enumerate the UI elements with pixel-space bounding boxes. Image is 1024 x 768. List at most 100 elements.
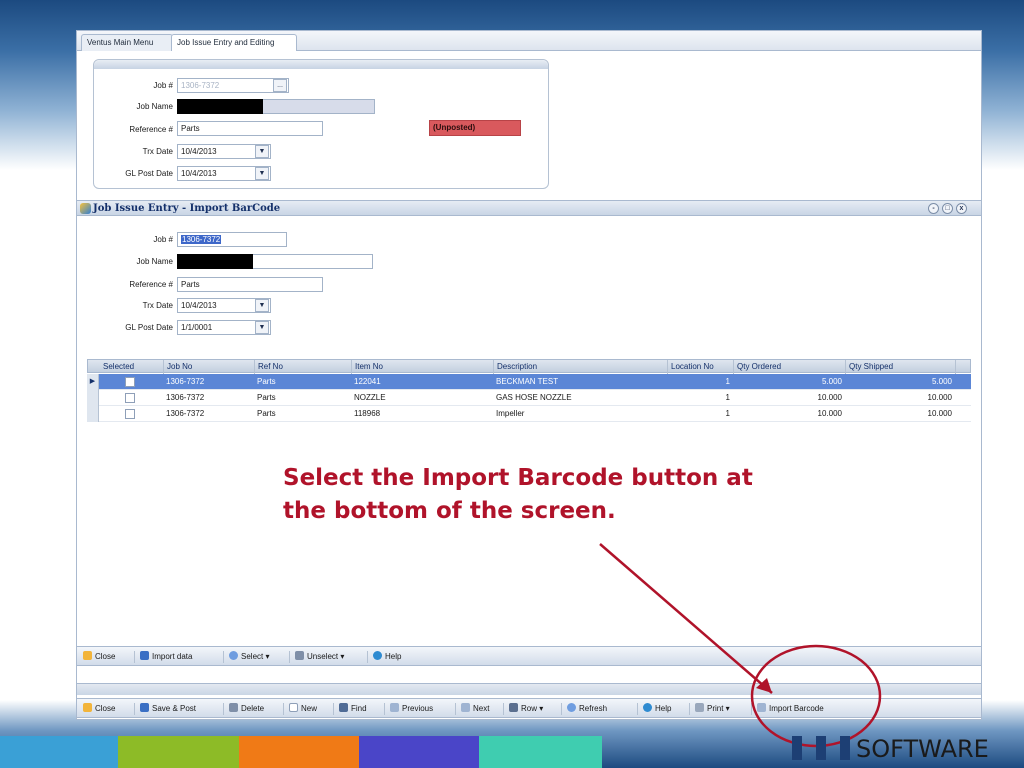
scissors-icon (295, 651, 304, 660)
cell-description: Impeller (496, 409, 525, 418)
cell-item-no: NOZZLE (354, 393, 386, 402)
scissors-icon (229, 703, 238, 712)
tab-strip: Ventus Main Menu Job Issue Entry and Edi… (77, 31, 981, 51)
cell-description: GAS HOSE NOZZLE (496, 393, 572, 402)
gl-post-date-dropdown-icon[interactable]: ▼ (255, 167, 269, 180)
redacted-job-name (177, 99, 263, 114)
column-header-qty-shipped[interactable]: Qty Shipped (846, 360, 956, 374)
select-menu-button[interactable]: Select ▾ (229, 650, 269, 664)
trx-date-label: Trx Date (142, 147, 173, 156)
toolbar-divider (503, 703, 504, 715)
import-job-label: Job # (153, 235, 173, 244)
reference-field[interactable]: Parts (177, 121, 323, 136)
table-row[interactable]: 1306-7372 Parts NOZZLE GAS HOSE NOZZLE 1… (87, 390, 971, 406)
import-help-button[interactable]: Help (373, 650, 401, 664)
print-menu-button[interactable]: Print ▾ (695, 702, 730, 716)
import-window-titlebar[interactable]: Job Issue Entry - Import BarCode - □ x (77, 200, 981, 216)
toolbar-divider (455, 703, 456, 715)
unselect-menu-button[interactable]: Unselect ▾ (295, 650, 344, 664)
delete-button[interactable]: Delete (229, 702, 264, 716)
instruction-line-2: the bottom of the screen. (283, 498, 616, 524)
import-window-toolbar: Close Import data Select ▾ Unselect ▾ He… (77, 646, 981, 666)
import-trx-date-dropdown-icon[interactable]: ▼ (255, 299, 269, 312)
logo-bar (816, 736, 826, 760)
job-lookup-button[interactable]: ... (273, 79, 287, 92)
table-row[interactable]: 1306-7372 Parts 118968 Impeller 1 10.000… (87, 406, 971, 422)
app-window: Ventus Main Menu Job Issue Entry and Edi… (76, 30, 982, 720)
cell-location-no: 1 (725, 409, 730, 418)
tab-job-issue-entry[interactable]: Job Issue Entry and Editing (171, 34, 297, 51)
close-window-button[interactable]: x (956, 203, 967, 214)
row-selector (87, 390, 99, 406)
status-strip (77, 683, 981, 695)
logo-bar (840, 736, 850, 760)
import-close-button[interactable]: Close (83, 650, 115, 664)
toolbar-divider (637, 703, 638, 715)
main-toolbar: Close Save & Post Delete New Find Previo… (77, 698, 981, 718)
trx-date-dropdown-icon[interactable]: ▼ (255, 145, 269, 158)
cell-qty-ordered: 10.000 (817, 393, 842, 402)
cell-qty-ordered: 10.000 (817, 409, 842, 418)
next-icon (461, 703, 470, 712)
column-header-job-no[interactable]: Job No (164, 360, 255, 374)
reference-label: Reference # (129, 125, 173, 134)
import-job-name-label: Job Name (136, 257, 173, 266)
job-label: Job # (153, 81, 173, 90)
next-button[interactable]: Next (461, 702, 489, 716)
panel-header (94, 60, 548, 69)
find-button[interactable]: Find (339, 702, 367, 716)
import-window-title: Job Issue Entry - Import BarCode (93, 203, 281, 214)
toolbar-divider (367, 651, 368, 663)
import-barcode-button[interactable]: Import Barcode (757, 702, 824, 716)
restore-button[interactable]: □ (942, 203, 953, 214)
import-reference-field[interactable]: Parts (177, 277, 323, 292)
row-select-checkbox[interactable] (125, 409, 135, 419)
save-disk-icon (140, 651, 149, 660)
close-button[interactable]: Close (83, 702, 115, 716)
logo-text: SOFTWARE (856, 735, 989, 763)
row-selector (87, 406, 99, 422)
column-header-location-no[interactable]: Location No (668, 360, 734, 374)
cell-qty-shipped: 5.000 (931, 377, 952, 386)
save-disk-icon (140, 703, 149, 712)
column-header-description[interactable]: Description (494, 360, 668, 374)
refresh-button[interactable]: Refresh (567, 702, 607, 716)
tab-main-menu[interactable]: Ventus Main Menu (81, 34, 173, 51)
import-data-button[interactable]: Import data (140, 650, 192, 664)
help-button[interactable]: Help (643, 702, 671, 716)
row-select-checkbox[interactable] (125, 377, 135, 387)
row-select-checkbox[interactable] (125, 393, 135, 403)
grid-header: Selected Job No Ref No Item No Descripti… (87, 359, 971, 374)
row-menu-button[interactable]: Row ▾ (509, 702, 543, 716)
column-header-ref-no[interactable]: Ref No (255, 360, 352, 374)
column-header-selected[interactable]: Selected (100, 360, 164, 374)
folder-icon (83, 651, 92, 660)
toolbar-divider (283, 703, 284, 715)
help-icon (373, 651, 382, 660)
save-post-button[interactable]: Save & Post (140, 702, 196, 716)
column-header-qty-ordered[interactable]: Qty Ordered (734, 360, 846, 374)
toolbar-divider (134, 703, 135, 715)
cell-item-no: 122041 (354, 377, 381, 386)
column-header-item-no[interactable]: Item No (352, 360, 494, 374)
toolbar-divider (333, 703, 334, 715)
posting-status-badge: (Unposted) (429, 120, 521, 136)
cell-item-no: 118968 (354, 409, 381, 418)
help-icon (643, 703, 652, 712)
import-reference-label: Reference # (129, 280, 173, 289)
stripe-orange (239, 736, 359, 768)
toolbar-divider (561, 703, 562, 715)
stripe-green (118, 736, 239, 768)
cell-qty-shipped: 10.000 (927, 409, 952, 418)
new-button[interactable]: New (289, 702, 317, 716)
import-job-number-field[interactable]: 1306-7372 (177, 232, 287, 247)
stripe-purple (359, 736, 479, 768)
previous-button[interactable]: Previous (390, 702, 433, 716)
minimize-button[interactable]: - (928, 203, 939, 214)
cell-location-no: 1 (725, 393, 730, 402)
instruction-callout: Select the Import Barcode button at the … (283, 462, 843, 528)
table-row[interactable]: ▶ 1306-7372 Parts 122041 BECKMAN TEST 1 … (87, 374, 971, 390)
cell-qty-shipped: 10.000 (927, 393, 952, 402)
import-gl-post-date-dropdown-icon[interactable]: ▼ (255, 321, 269, 334)
toolbar-divider (689, 703, 690, 715)
